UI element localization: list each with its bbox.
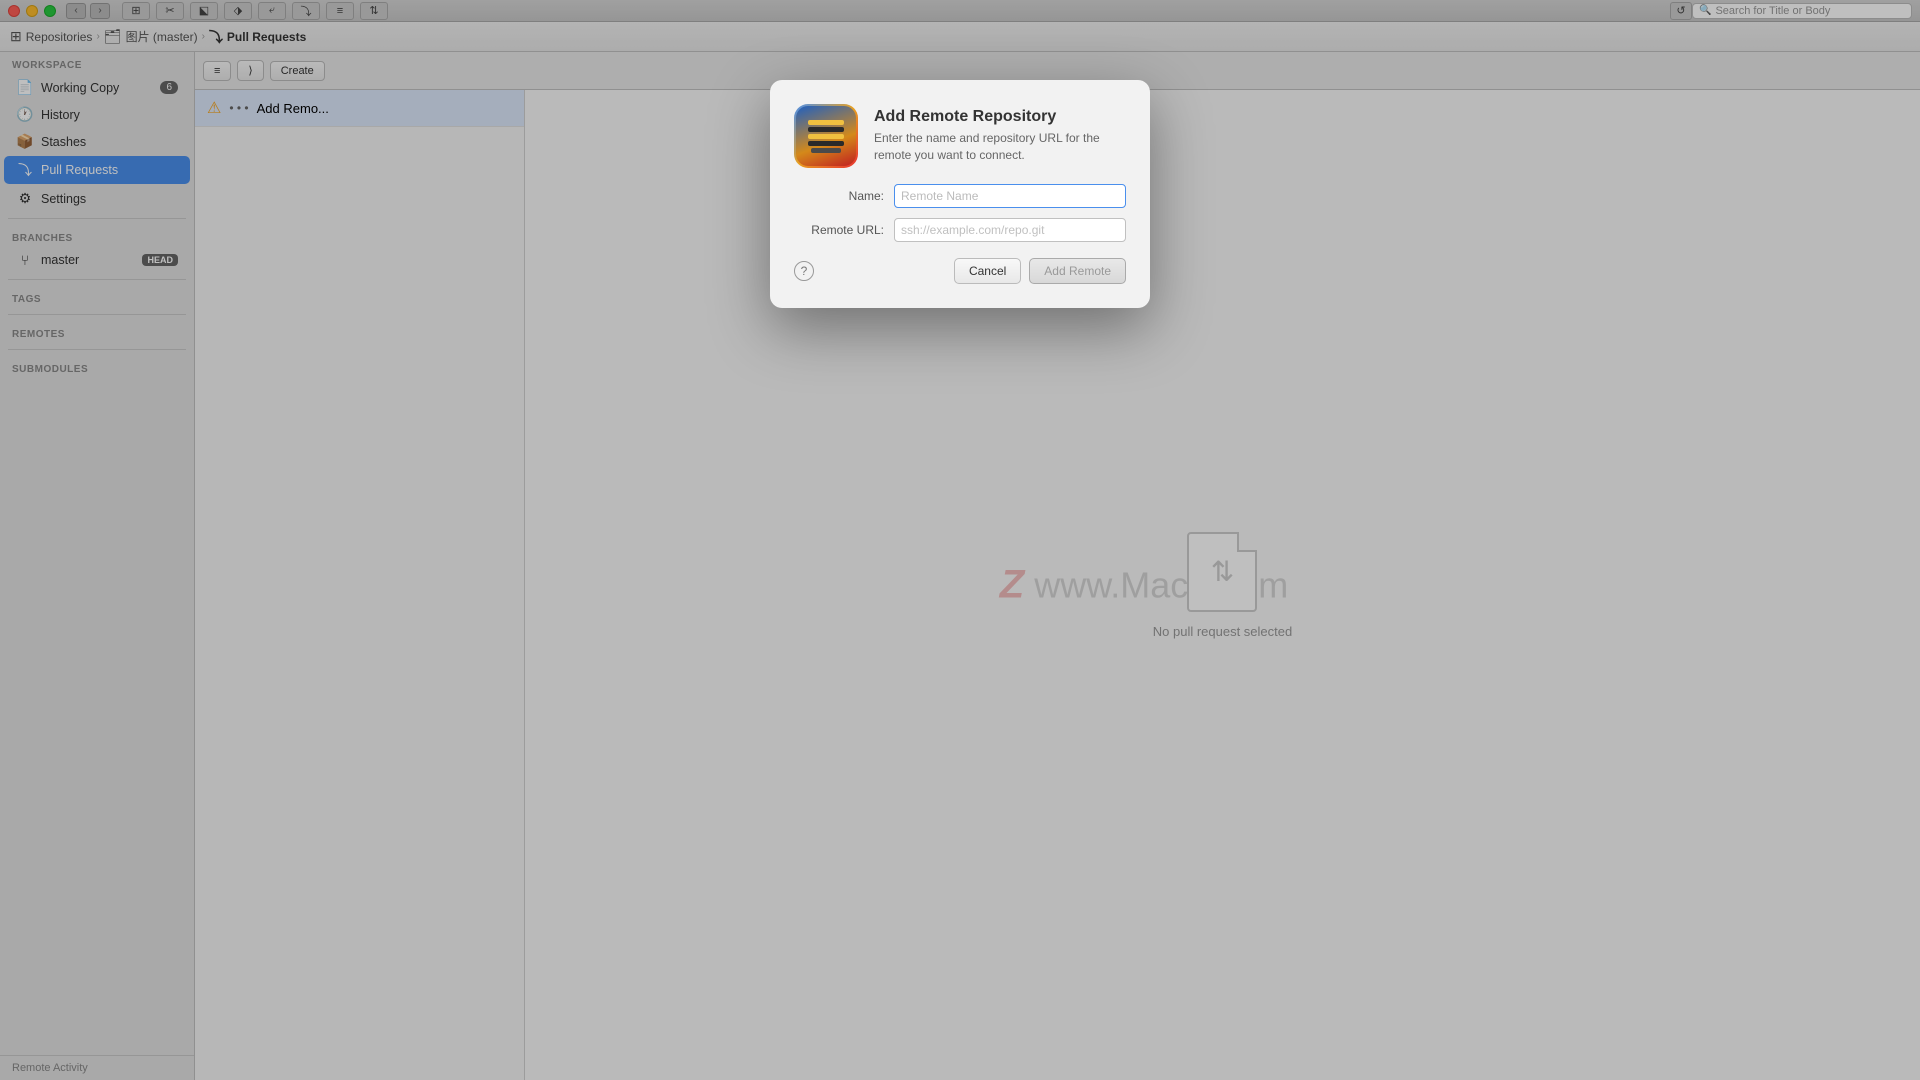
modal-subtitle: Enter the name and repository URL for th… — [874, 130, 1126, 164]
app-icon — [794, 104, 858, 168]
help-button[interactable]: ? — [794, 261, 814, 281]
icon-bar-4 — [808, 141, 844, 146]
icon-bar-5 — [811, 148, 841, 153]
modal-form: Name: Remote URL: — [794, 184, 1126, 242]
add-remote-button[interactable]: Add Remote — [1029, 258, 1126, 284]
modal-footer: ? Cancel Add Remote — [794, 258, 1126, 284]
modal-actions: Cancel Add Remote — [954, 258, 1126, 284]
modal-header: Add Remote Repository Enter the name and… — [794, 104, 1126, 168]
icon-stack — [808, 120, 844, 153]
icon-bar-1 — [808, 120, 844, 125]
url-input[interactable] — [894, 218, 1126, 242]
url-label: Remote URL: — [794, 223, 884, 237]
name-label: Name: — [794, 189, 884, 203]
icon-bar-2 — [808, 127, 844, 132]
icon-bar-3 — [808, 134, 844, 139]
url-row: Remote URL: — [794, 218, 1126, 242]
cancel-button[interactable]: Cancel — [954, 258, 1021, 284]
modal-title: Add Remote Repository — [874, 108, 1126, 126]
name-input[interactable] — [894, 184, 1126, 208]
app-icon-inner — [796, 106, 856, 166]
modal-title-area: Add Remote Repository Enter the name and… — [874, 108, 1126, 164]
help-symbol: ? — [801, 264, 808, 278]
modal-overlay: Add Remote Repository Enter the name and… — [0, 0, 1920, 1080]
name-row: Name: — [794, 184, 1126, 208]
add-remote-modal: Add Remote Repository Enter the name and… — [770, 80, 1150, 308]
